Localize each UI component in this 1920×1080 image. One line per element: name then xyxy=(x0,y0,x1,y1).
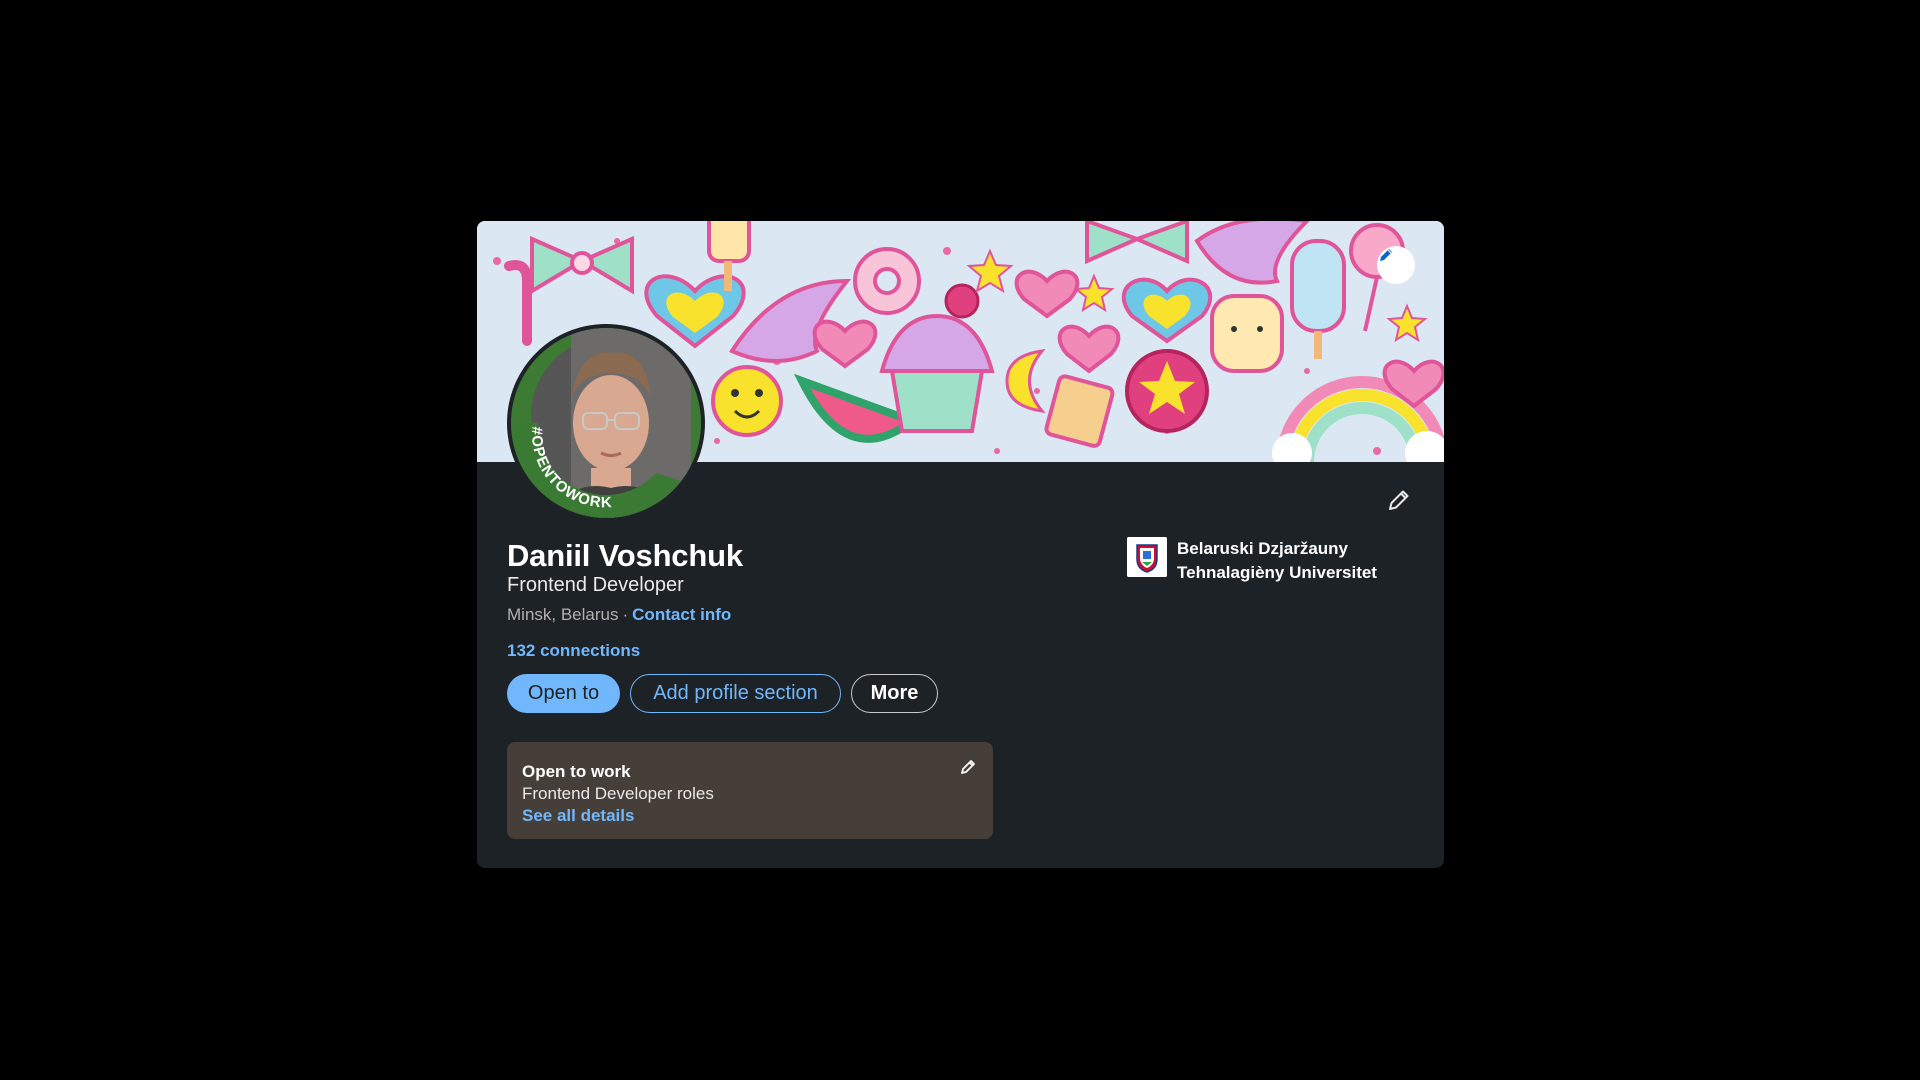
open-to-work-roles: Frontend Developer roles xyxy=(522,784,714,803)
education-name-line2: Tehnalagièny Universitet xyxy=(1177,563,1377,582)
separator-dot: · xyxy=(622,605,629,624)
more-button[interactable]: More xyxy=(851,674,938,713)
profile-location: Minsk, Belarus xyxy=(507,605,619,624)
see-all-details-link[interactable]: See all details xyxy=(522,806,634,826)
profile-photo-frame[interactable]: #OPENTOWORK xyxy=(507,324,705,522)
open-to-button[interactable]: Open to xyxy=(507,674,620,713)
open-to-work-edit-button[interactable] xyxy=(957,756,979,778)
contact-info-link[interactable]: Contact info xyxy=(632,605,731,624)
profile-headline: Frontend Developer xyxy=(507,574,684,596)
education-entry[interactable]: Belaruski Dzjaržauny Tehnalagièny Univer… xyxy=(1127,537,1417,585)
add-profile-section-button[interactable]: Add profile section xyxy=(630,674,841,713)
pencil-icon xyxy=(961,760,975,774)
university-crest-icon xyxy=(1127,537,1167,577)
profile-card: #OPENTOWORK Daniil Voshchuk Frontend Dev… xyxy=(477,221,1444,868)
banner-edit-button[interactable] xyxy=(1377,246,1415,284)
profile-actions: Open to Add profile section More xyxy=(507,674,938,713)
pencil-icon xyxy=(1389,490,1409,510)
avatar-image: #OPENTOWORK xyxy=(511,328,701,518)
profile-photo[interactable]: #OPENTOWORK xyxy=(511,328,701,518)
pencil-icon xyxy=(1380,249,1392,261)
education-name: Belaruski Dzjaržauny Tehnalagièny Univer… xyxy=(1177,537,1417,585)
open-to-work-title: Open to work xyxy=(522,762,631,781)
education-name-line1: Belaruski Dzjaržauny xyxy=(1177,539,1349,558)
open-to-work-card: Open to work Frontend Developer roles Se… xyxy=(507,742,993,839)
profile-name: Daniil Voshchuk xyxy=(507,538,743,573)
profile-edit-button[interactable] xyxy=(1384,485,1414,515)
connections-link[interactable]: 132 connections xyxy=(507,641,640,661)
location-line: Minsk, Belarus · Contact info xyxy=(507,605,731,625)
